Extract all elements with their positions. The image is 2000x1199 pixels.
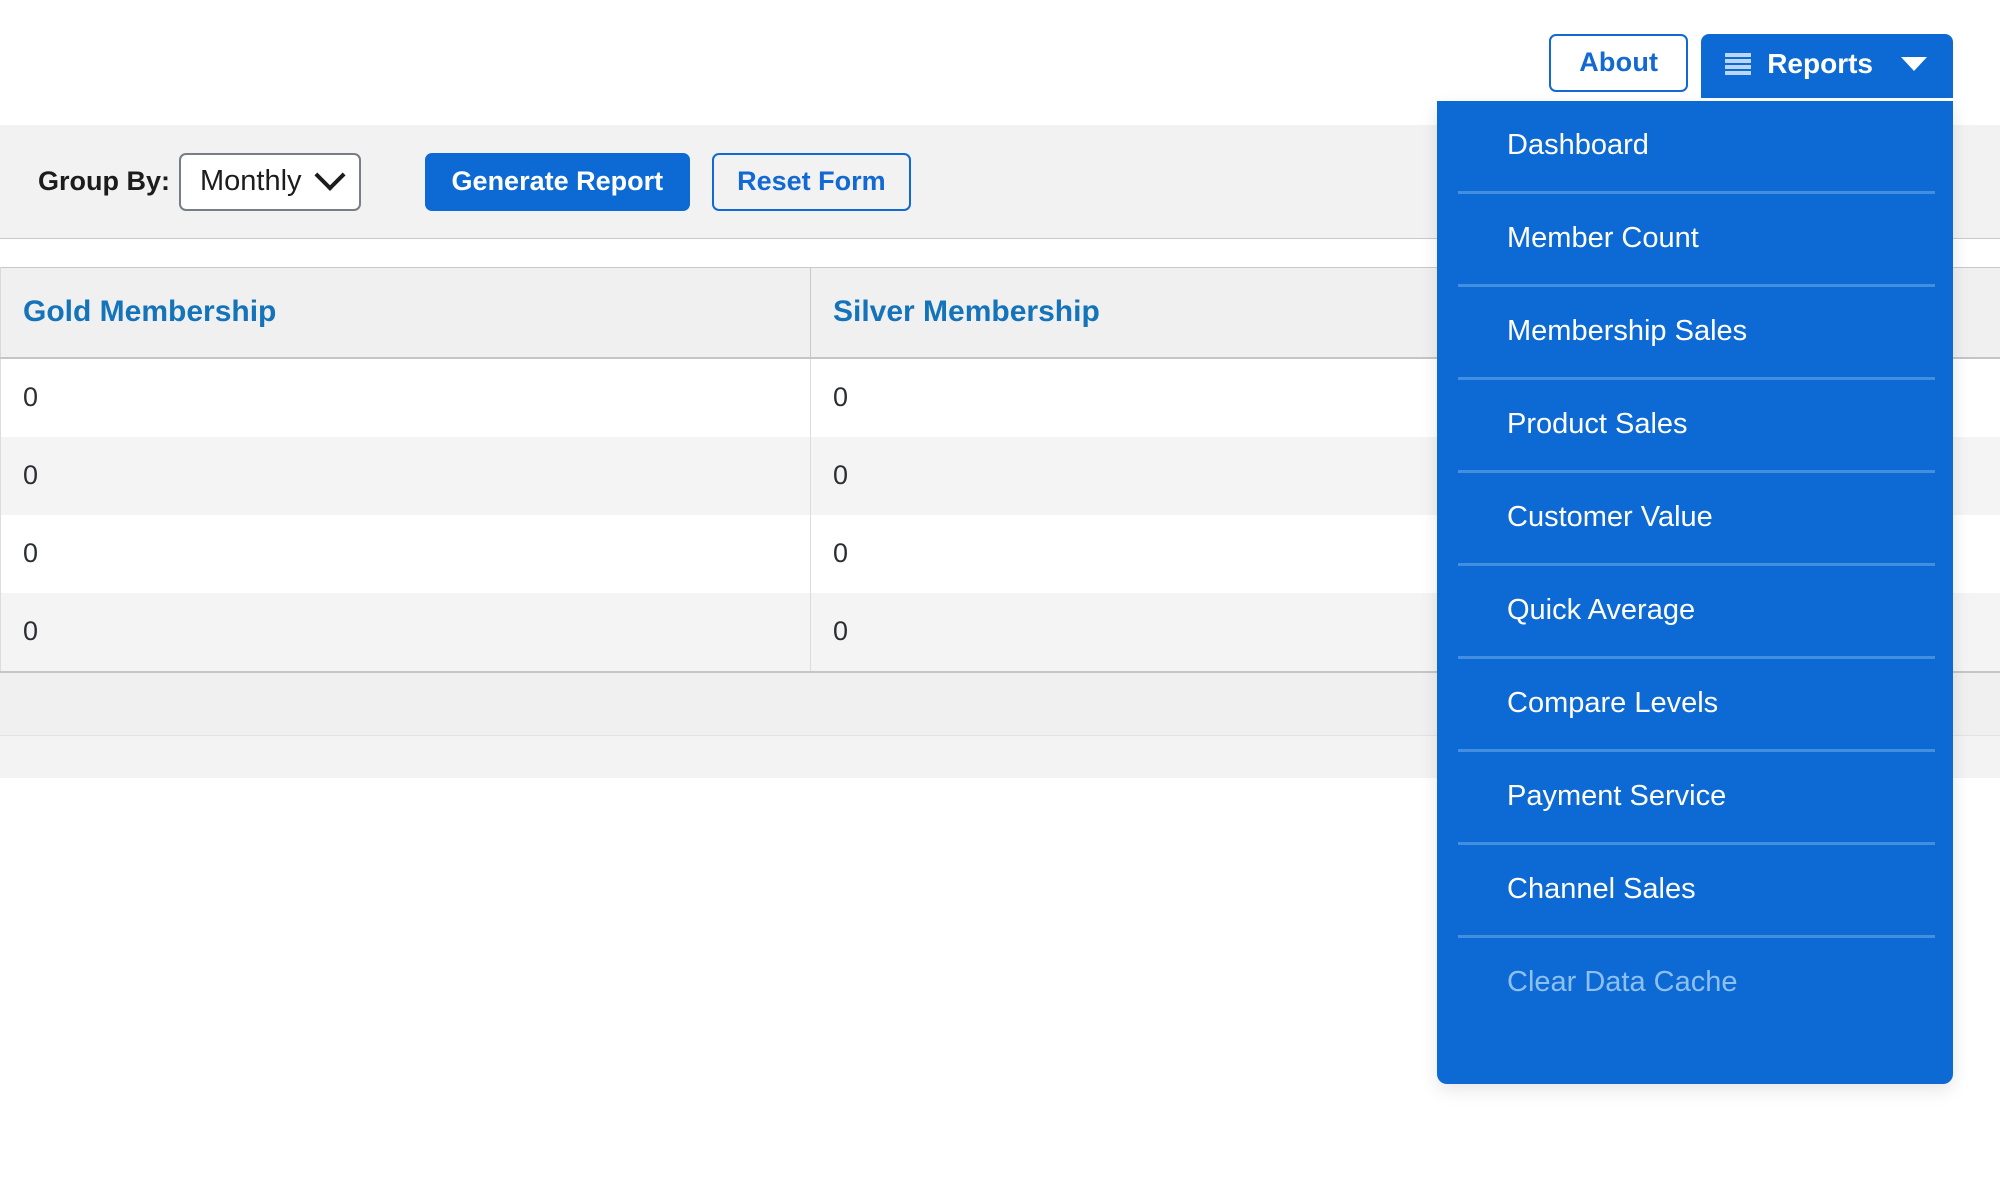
chevron-down-icon xyxy=(313,159,346,191)
menu-item-member-count[interactable]: Member Count xyxy=(1458,194,1935,287)
table-cell: 0 xyxy=(0,437,811,515)
menu-item-payment-service[interactable]: Payment Service xyxy=(1458,752,1935,845)
about-button[interactable]: About xyxy=(1549,34,1689,92)
menu-item-quick-average[interactable]: Quick Average xyxy=(1458,566,1935,659)
reports-button-label: Reports xyxy=(1767,48,1873,79)
menu-item-clear-data-cache: Clear Data Cache xyxy=(1507,966,1738,998)
reports-menu-button[interactable]: Reports xyxy=(1701,34,1953,98)
group-by-select-value: Monthly xyxy=(200,164,302,197)
group-by-select[interactable]: Monthly xyxy=(179,152,361,211)
table-cell: 0 xyxy=(0,593,811,671)
toolbar-controls: Group By: Monthly Generate Report Reset … xyxy=(38,125,911,238)
table-cell: 0 xyxy=(0,515,811,593)
table-cell: 0 xyxy=(0,358,811,437)
menu-item-compare-levels[interactable]: Compare Levels xyxy=(1458,659,1935,752)
menu-item-customer-value[interactable]: Customer Value xyxy=(1458,473,1935,566)
menu-item-dashboard[interactable]: Dashboard xyxy=(1458,101,1935,194)
generate-report-button[interactable]: Generate Report xyxy=(424,152,691,211)
list-icon xyxy=(1725,53,1752,75)
nav-button-group: About Reports xyxy=(1549,34,1953,98)
menu-item-product-sales[interactable]: Product Sales xyxy=(1458,380,1935,473)
group-by-label: Group By: xyxy=(38,166,170,196)
reports-dropdown-menu: Dashboard Member Count Membership Sales Pro… xyxy=(1437,101,1953,1084)
app-page: About Reports Group By: Monthly Generate… xyxy=(0,0,2000,1199)
reset-form-button[interactable]: Reset Form xyxy=(712,152,911,211)
menu-item-membership-sales[interactable]: Membership Sales xyxy=(1458,287,1935,380)
column-header-gold-membership[interactable]: Gold Membership xyxy=(0,267,811,359)
chevron-down-icon xyxy=(1901,57,1927,71)
menu-item-channel-sales[interactable]: Channel Sales xyxy=(1458,845,1935,938)
